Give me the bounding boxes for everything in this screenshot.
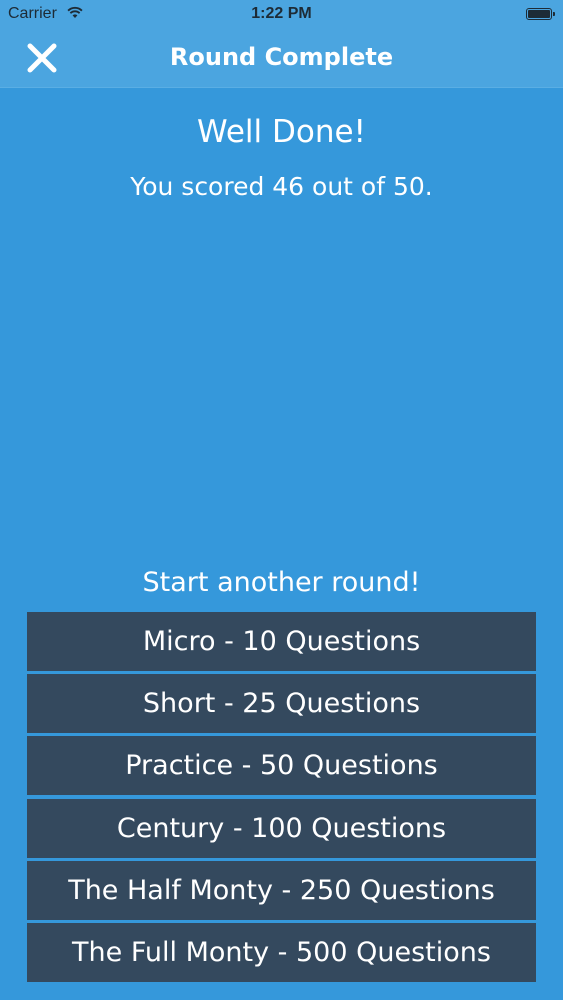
status-time: 1:22 PM — [251, 5, 312, 22]
battery-fill — [528, 10, 550, 18]
century-round-button[interactable]: Century - 100 Questions — [27, 798, 536, 858]
battery-icon — [526, 8, 555, 20]
status-bar: Carrier 1:22 PM — [0, 0, 563, 30]
result-heading: Well Done! — [197, 114, 366, 150]
score-text: You scored 46 out of 50. — [130, 172, 433, 201]
round-options: Micro - 10 Questions Short - 25 Question… — [27, 612, 536, 985]
full-monty-round-button[interactable]: The Full Monty - 500 Questions — [27, 922, 536, 982]
practice-round-button[interactable]: Practice - 50 Questions — [27, 736, 536, 796]
short-round-button[interactable]: Short - 25 Questions — [27, 674, 536, 734]
half-monty-round-button[interactable]: The Half Monty - 250 Questions — [27, 860, 536, 920]
micro-round-button[interactable]: Micro - 10 Questions — [27, 612, 536, 671]
start-round-prompt: Start another round! — [142, 567, 421, 598]
page-title: Round Complete — [169, 43, 394, 71]
nav-bar: Round Complete — [0, 30, 563, 88]
